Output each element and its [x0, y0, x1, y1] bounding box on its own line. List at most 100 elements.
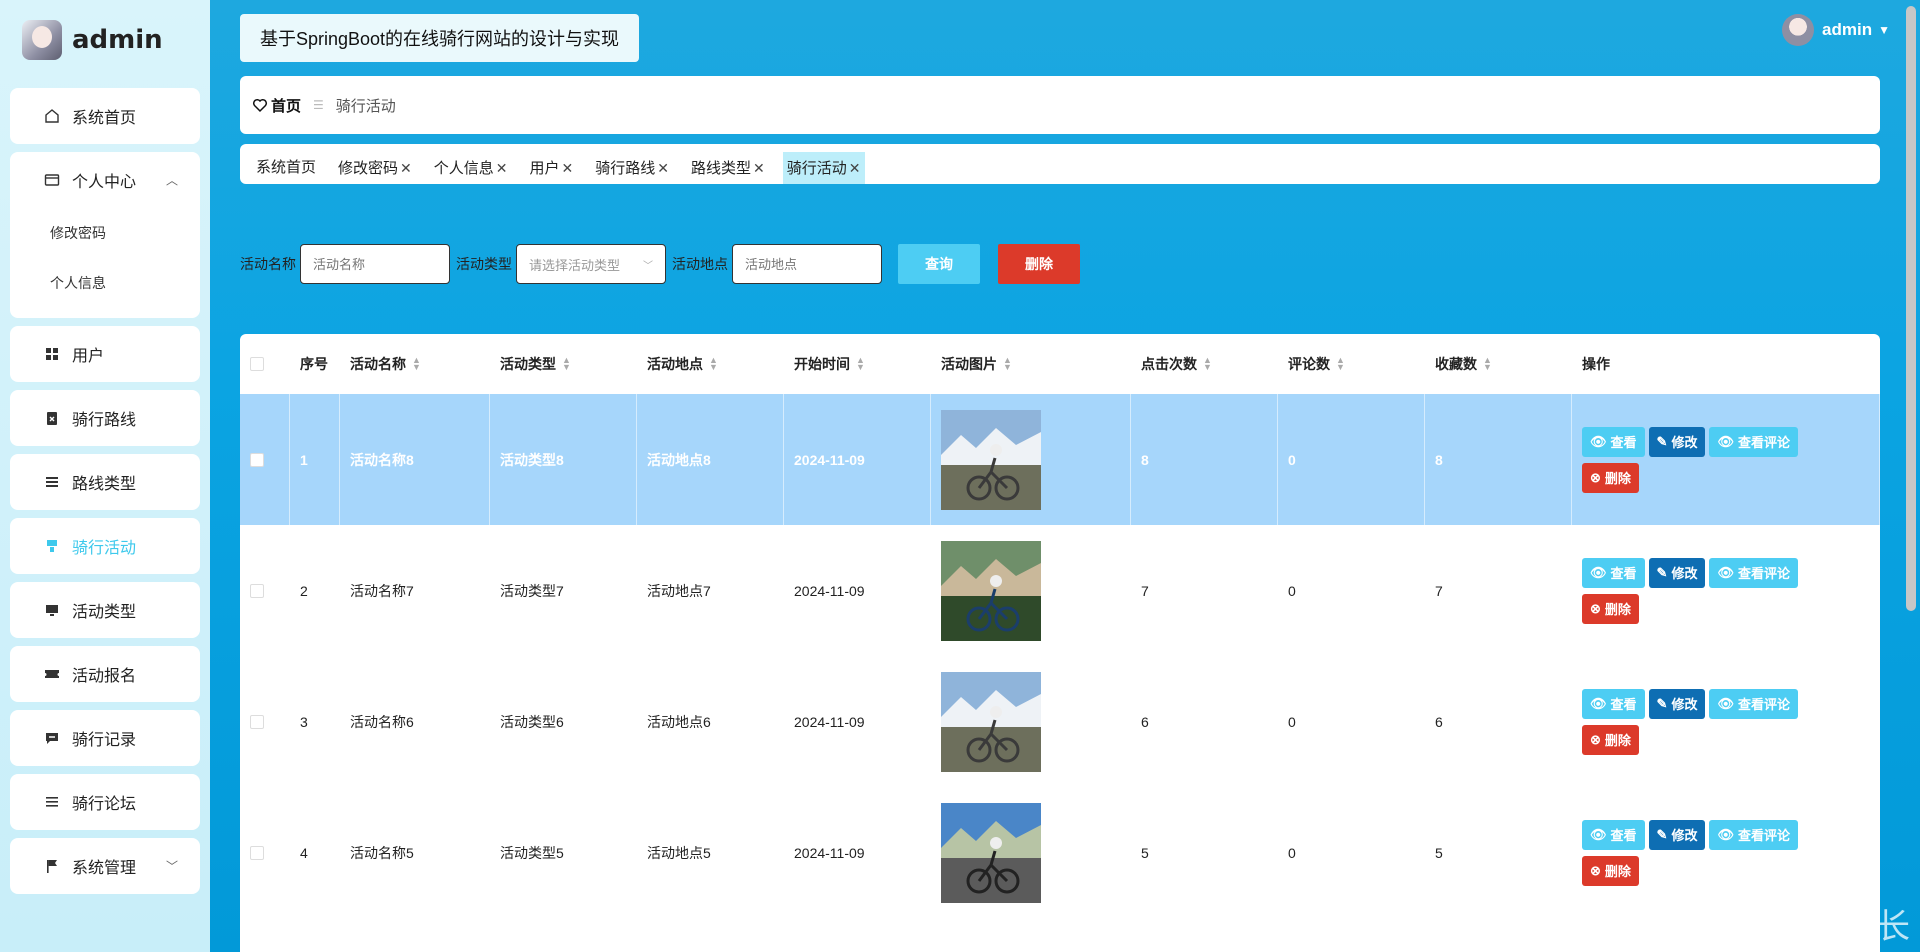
delete-button[interactable]: ⊗ 删除: [1582, 593, 1639, 624]
breadcrumb: 首页 ☰ 骑行活动: [240, 76, 1880, 134]
sidebar-item-route-types[interactable]: 路线类型: [10, 454, 200, 510]
activity-thumbnail[interactable]: [941, 540, 1041, 641]
sidebar-item-forum[interactable]: 骑行论坛: [10, 774, 200, 830]
caret-down-icon: ▼: [1878, 23, 1890, 37]
close-icon[interactable]: ✕: [753, 160, 765, 176]
sort-icon[interactable]: ▲ ▼: [1336, 356, 1345, 372]
header-cell[interactable]: 开始时间 ▲ ▼: [784, 354, 931, 374]
header-cell: 操作: [1582, 356, 1610, 372]
close-icon[interactable]: ✕: [657, 160, 669, 176]
sort-icon[interactable]: ▲ ▼: [412, 356, 421, 372]
sidebar-item-registrations[interactable]: 活动报名: [10, 646, 200, 702]
delete-button[interactable]: ⊗ 删除: [1582, 724, 1639, 755]
select-all-checkbox[interactable]: [250, 357, 264, 371]
sidebar-item-system[interactable]: 系统管理 ﹀: [10, 838, 200, 894]
query-button[interactable]: 查询: [898, 244, 980, 284]
cell-no: 4: [300, 844, 308, 861]
view-label: 查看: [1610, 435, 1637, 450]
sort-icon[interactable]: ▲ ▼: [1003, 356, 1012, 372]
activity-thumbnail[interactable]: [941, 671, 1041, 772]
batch-delete-button[interactable]: 删除: [998, 244, 1080, 284]
view-comments-button[interactable]: 👁 查看评论: [1709, 819, 1798, 850]
close-icon[interactable]: ✕: [849, 160, 861, 176]
tag-users[interactable]: 用户 ✕: [526, 152, 578, 184]
sort-icon[interactable]: ▲ ▼: [562, 356, 571, 372]
row-checkbox[interactable]: [250, 452, 264, 467]
edit-button[interactable]: ✎ 修改: [1648, 819, 1706, 850]
view-comments-button[interactable]: 👁 查看评论: [1709, 426, 1798, 457]
name-input[interactable]: [300, 244, 450, 284]
tag-label: 骑行活动: [786, 160, 847, 177]
view-button[interactable]: 👁 查看: [1582, 819, 1645, 850]
sidebar-item-ride-records[interactable]: 骑行记录: [10, 710, 200, 766]
type-label: 活动类型: [456, 256, 512, 272]
table-row[interactable]: 1 活动名称8 活动类型8 活动地点8 2024-11-09 8 0 8 👁 查…: [240, 394, 1880, 525]
cell-clicks: 5: [1141, 844, 1149, 861]
scrollbar-thumb[interactable]: [1906, 6, 1916, 611]
sort-icon[interactable]: ▲ ▼: [856, 356, 865, 372]
page-scrollbar[interactable]: [1906, 0, 1916, 952]
table-row[interactable]: 3 活动名称6 活动类型6 活动地点6 2024-11-09 6 0 6 👁 查…: [240, 656, 1880, 787]
close-icon[interactable]: ✕: [562, 160, 574, 176]
place-input[interactable]: [732, 244, 882, 284]
tag-activities[interactable]: 骑行活动 ✕: [782, 152, 865, 184]
breadcrumb-home[interactable]: 首页: [252, 95, 301, 116]
header-cell[interactable]: 评论数 ▲ ▼: [1278, 354, 1425, 374]
header-cell[interactable]: 活动图片 ▲ ▼: [931, 354, 1131, 374]
header-cell[interactable]: 点击次数 ▲ ▼: [1131, 354, 1278, 374]
edit-button[interactable]: ✎ 修改: [1648, 426, 1706, 457]
flag-icon: [42, 856, 62, 876]
delete-circle-icon: ⊗: [1590, 862, 1601, 878]
sidebar-subitem-password[interactable]: 修改密码: [10, 208, 200, 258]
pencil-icon: ✎: [1656, 826, 1668, 842]
row-checkbox[interactable]: [250, 845, 264, 860]
edit-button[interactable]: ✎ 修改: [1648, 557, 1706, 588]
view-button[interactable]: 👁 查看: [1582, 557, 1645, 588]
sidebar-item-home[interactable]: 系统首页: [10, 88, 200, 144]
row-checkbox[interactable]: [250, 714, 264, 729]
row-checkbox[interactable]: [250, 583, 264, 598]
header-cell[interactable]: 活动类型 ▲ ▼: [490, 354, 637, 374]
close-icon[interactable]: ✕: [496, 160, 508, 176]
tag-password[interactable]: 修改密码 ✕: [334, 152, 416, 184]
view-button[interactable]: 👁 查看: [1582, 688, 1645, 719]
cell-start: 2024-11-09: [784, 394, 931, 525]
sidebar-item-activity-types[interactable]: 活动类型: [10, 582, 200, 638]
view-comments-button[interactable]: 👁 查看评论: [1709, 557, 1798, 588]
chevron-down-icon: ﹀: [643, 260, 653, 272]
sort-icon[interactable]: ▲ ▼: [1483, 356, 1492, 372]
sidebar-item-users[interactable]: 用户: [10, 326, 200, 382]
cell-no: 2: [300, 582, 308, 599]
tag-profile[interactable]: 个人信息 ✕: [430, 152, 512, 184]
tag-routes[interactable]: 骑行路线 ✕: [591, 152, 673, 184]
pencil-icon: ✎: [1656, 564, 1668, 580]
sidebar-subitem-profile[interactable]: 个人信息: [10, 258, 200, 308]
header-cell[interactable]: 活动名称 ▲ ▼: [340, 354, 490, 374]
type-select[interactable]: 请选择活动类型 ﹀: [516, 244, 666, 284]
table-row[interactable]: 2 活动名称7 活动类型7 活动地点7 2024-11-09 7 0 7 👁 查…: [240, 525, 1880, 656]
tag-home[interactable]: 系统首页: [252, 152, 320, 184]
sidebar-item-activities[interactable]: 骑行活动: [10, 518, 200, 574]
edit-label: 修改: [1671, 566, 1698, 581]
list-icon: [42, 472, 62, 492]
header-cell[interactable]: 活动地点 ▲ ▼: [637, 354, 784, 374]
delete-button[interactable]: ⊗ 删除: [1582, 855, 1639, 886]
sort-icon[interactable]: ▲ ▼: [709, 356, 718, 372]
header-cell[interactable]: 收藏数 ▲ ▼: [1425, 354, 1572, 374]
activity-thumbnail[interactable]: [941, 409, 1041, 510]
cell-start: 2024-11-09: [794, 713, 865, 730]
close-icon[interactable]: ✕: [400, 160, 412, 176]
edit-button[interactable]: ✎ 修改: [1648, 688, 1706, 719]
delete-circle-icon: ⊗: [1590, 600, 1601, 616]
sidebar-item-label: 用户: [72, 348, 105, 365]
view-button[interactable]: 👁 查看: [1582, 426, 1645, 457]
user-menu[interactable]: admin ▼: [1782, 14, 1890, 46]
delete-button[interactable]: ⊗ 删除: [1582, 462, 1639, 493]
sidebar-item-routes[interactable]: 骑行路线: [10, 390, 200, 446]
tag-route-types[interactable]: 路线类型 ✕: [687, 152, 769, 184]
sort-icon[interactable]: ▲ ▼: [1203, 356, 1212, 372]
sidebar-item-personal[interactable]: 个人中心 ︿: [10, 152, 200, 208]
view-comments-button[interactable]: 👁 查看评论: [1709, 688, 1798, 719]
comments-label: 查看评论: [1737, 435, 1790, 450]
activity-thumbnail[interactable]: [941, 802, 1041, 903]
